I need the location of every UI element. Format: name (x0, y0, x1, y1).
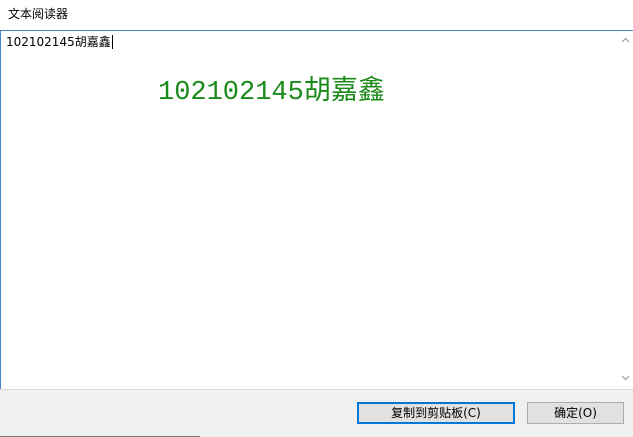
vertical-scrollbar[interactable] (617, 31, 633, 389)
green-name-text: 102102145胡嘉鑫 (158, 78, 385, 108)
text-reader-window: 文本阅读器 102102145胡嘉鑫 102102145胡嘉鑫 复制到剪贴板(C… (0, 0, 633, 437)
window-title: 文本阅读器 (8, 7, 69, 21)
dialog-footer: 复制到剪贴板(C) 确定(O) (0, 389, 633, 437)
text-caret (111, 35, 113, 49)
copy-to-clipboard-button[interactable]: 复制到剪贴板(C) (357, 402, 515, 424)
ok-button[interactable]: 确定(O) (527, 402, 624, 424)
scroll-down-arrow-icon[interactable] (617, 372, 633, 386)
text-content-value: 102102145胡嘉鑫 (6, 35, 111, 49)
scroll-up-arrow-icon[interactable] (617, 34, 633, 48)
text-content: 102102145胡嘉鑫 (6, 35, 113, 49)
